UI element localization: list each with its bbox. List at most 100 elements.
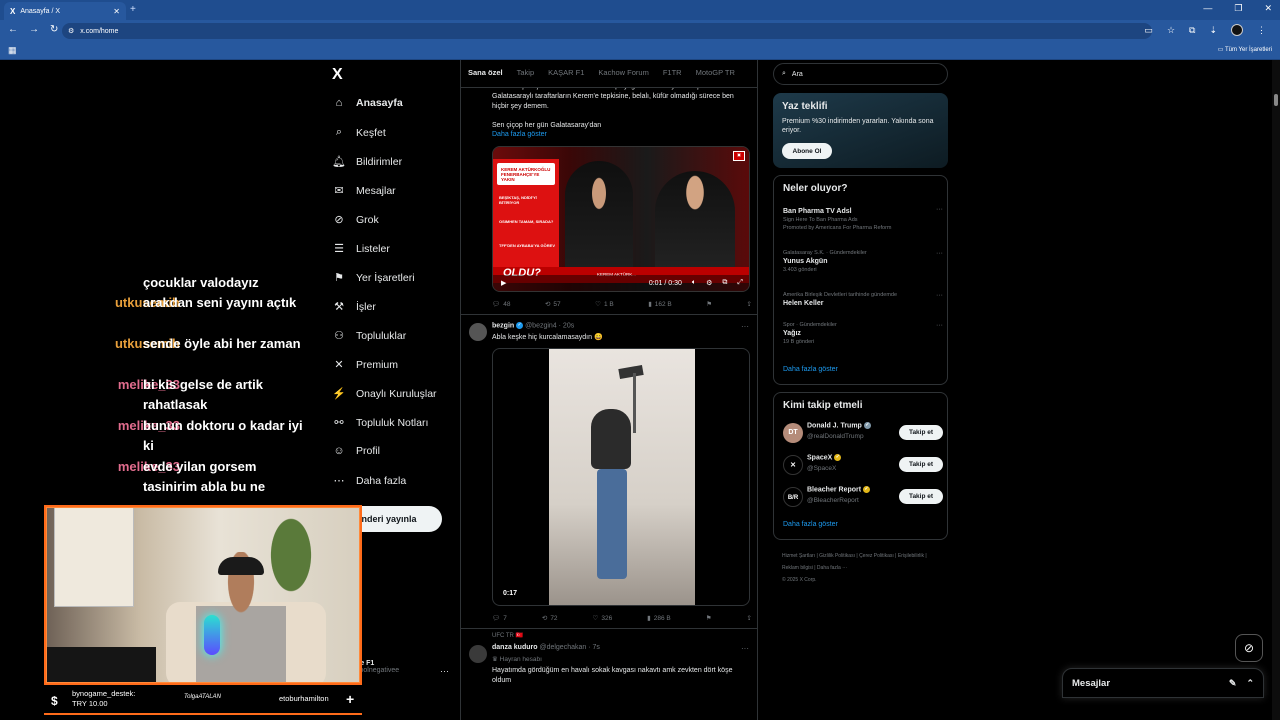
repost-button[interactable]: ⟲ 57 (545, 300, 561, 309)
trend-item[interactable]: Ban Pharma TV Adsl Sign Here To Ban Phar… (783, 206, 943, 231)
pip-icon[interactable]: ⧉ (722, 279, 727, 287)
follow-button[interactable]: Takip et (899, 457, 943, 472)
timeline-tab[interactable]: Kachow Forum (598, 68, 648, 87)
bookmark-icon[interactable]: ⚑ (706, 614, 712, 622)
expand-icon[interactable]: ⌃ (1246, 678, 1254, 689)
nav-item-2[interactable]: 🔔︎ Bildirimler (332, 155, 402, 169)
close-tab-icon[interactable]: ✕ (113, 7, 120, 16)
post-more-icon[interactable]: ··· (741, 644, 749, 653)
extensions-icon[interactable]: ⧉ (1189, 25, 1195, 36)
timeline-tab[interactable]: KAŞAR F1 (548, 68, 584, 87)
footer-link[interactable]: Gizlilik Politikası (819, 553, 855, 559)
follow-button[interactable]: Takip et (899, 489, 943, 504)
trend-more-icon[interactable]: ··· (936, 322, 943, 329)
new-tab-icon[interactable]: + (130, 4, 136, 15)
share-icon[interactable]: ⇪ (747, 614, 752, 622)
scrollbar-thumb[interactable] (1274, 94, 1278, 106)
account-switcher[interactable]: he F1 coolnegativee (356, 660, 399, 674)
donation-ticker: $ bynogame_destek: TRY 10.00 TolgaATALAN… (44, 686, 362, 716)
trend-more-icon[interactable]: ··· (936, 292, 943, 299)
video-player[interactable]: 0:17 (492, 348, 750, 606)
compose-message-icon[interactable]: ✎ (1229, 678, 1237, 689)
reload-icon[interactable]: ↻ (50, 24, 58, 35)
avatar[interactable] (469, 645, 487, 663)
subscribe-button[interactable]: Abone Ol (782, 143, 832, 159)
views-button[interactable]: ▮ 162 B (648, 300, 672, 309)
back-icon[interactable]: ← (8, 24, 18, 35)
bookmark-star-icon[interactable]: ☆ (1167, 25, 1175, 36)
timeline-tab[interactable]: F1TR (663, 68, 682, 87)
all-bookmarks-link[interactable]: ▭ Tüm Yer İşaretleri (1218, 46, 1272, 53)
nav-item-9[interactable]: ✕ Premium (332, 358, 398, 372)
video-player[interactable]: KEREM AKTÜRKOĞLU FENERBAHÇE'YE YAKIN BEŞ… (492, 146, 750, 292)
nav-item-12[interactable]: ☺ Profil (332, 445, 380, 457)
avatar[interactable] (469, 323, 487, 341)
fullscreen-icon[interactable]: ⤢ (737, 279, 743, 287)
cast-icon[interactable]: ▭ (1144, 25, 1153, 36)
trend-item[interactable]: Spor · Gündemdekiler Yağız 19 B gönderi … (783, 322, 943, 345)
nav-item-7[interactable]: ⚒ İşler (332, 300, 376, 314)
page-scrollbar[interactable] (1272, 60, 1280, 720)
nav-item-4[interactable]: ⊘ Grok (332, 213, 378, 227)
trend-item[interactable]: Amerika Birleşik Devletleri tarihinde gü… (783, 292, 943, 307)
forward-icon[interactable]: → (29, 24, 39, 35)
footer-link[interactable]: Daha fazla ··· (817, 565, 847, 571)
like-button[interactable]: ♡ 326 (593, 614, 613, 623)
trend-more-icon[interactable]: ··· (936, 206, 943, 213)
minimize-icon[interactable]: — (1203, 3, 1212, 14)
account-more-icon[interactable]: ··· (440, 666, 449, 676)
maximize-icon[interactable]: ❐ (1234, 3, 1242, 14)
nav-item-13[interactable]: ⋯ Daha fazla (332, 474, 407, 488)
timeline-tab[interactable]: Sana özel (468, 68, 503, 87)
close-window-icon[interactable]: ✕ (1264, 3, 1272, 14)
nav-item-6[interactable]: ⚑ Yer İşaretleri (332, 271, 415, 285)
grok-button[interactable]: ⊘ (1235, 634, 1263, 662)
nav-item-0[interactable]: ⌂ Anasayfa (332, 97, 403, 109)
search-input[interactable]: ⌕ Ara (773, 63, 948, 85)
author-name[interactable]: bezgin (492, 322, 514, 329)
bookmark-icon[interactable]: ⚑ (706, 300, 712, 308)
author-name[interactable]: danza kuduro (492, 644, 538, 651)
follow-suggestion[interactable]: DT Donald J. Trump ✓ @realDonaldTrump Ta… (783, 422, 943, 446)
follow-button[interactable]: Takip et (899, 425, 943, 440)
footer-link[interactable]: Hizmet Şartları (782, 553, 815, 559)
url-input[interactable]: ⚙ x.com/home (62, 23, 1152, 39)
show-more-link[interactable]: Daha fazla göster (783, 366, 838, 373)
timeline-tab[interactable]: MotoGP TR (696, 68, 735, 87)
show-more-link[interactable]: Daha fazla göster (783, 521, 838, 528)
post-more-icon[interactable]: ··· (741, 322, 749, 331)
footer-link[interactable]: Erişilebilirlik (898, 553, 924, 559)
settings-icon[interactable]: ⚙ (706, 279, 712, 287)
follow-suggestion[interactable]: ✕ SpaceX ✓ @SpaceX Takip et (783, 454, 943, 478)
like-button[interactable]: ♡ 1 B (595, 300, 614, 309)
nav-item-1[interactable]: ⌕ Keşfet (332, 126, 386, 139)
downloads-icon[interactable]: ⇣ (1209, 25, 1217, 36)
profile-avatar[interactable] (1231, 24, 1243, 36)
reply-button[interactable]: 💬︎ 7 (492, 614, 507, 623)
views-button[interactable]: ▮ 286 B (647, 614, 671, 623)
x-logo-icon[interactable]: X (332, 66, 343, 84)
messages-dock[interactable]: Mesajlar ✎ ⌃ (1062, 668, 1264, 698)
play-icon[interactable]: ▶ (501, 279, 506, 287)
apps-grid-icon[interactable]: ▦ (8, 45, 17, 56)
trend-item[interactable]: Galatasaray S.K. · Gündemdekiler Yunus A… (783, 250, 943, 273)
nav-item-3[interactable]: ✉ Mesajlar (332, 184, 395, 198)
nav-item-5[interactable]: ☰ Listeler (332, 242, 390, 256)
footer-link[interactable]: Çerez Politikası (859, 553, 894, 559)
share-icon[interactable]: ⇪ (747, 300, 752, 308)
nav-item-10[interactable]: ⚡ Onaylı Kuruluşlar (332, 387, 436, 401)
site-info-icon[interactable]: ⚙ (68, 28, 74, 35)
community-tag[interactable]: UFC TR 🇹🇷 (492, 632, 523, 639)
follow-suggestion[interactable]: B/R Bleacher Report ✓ @BleacherReport Ta… (783, 486, 943, 510)
nav-item-8[interactable]: ⚇ Topluluklar (332, 329, 406, 343)
browser-tab[interactable]: X Anasayfa / X ✕ (4, 2, 126, 20)
repost-button[interactable]: ⟲ 72 (542, 614, 558, 623)
nav-item-11[interactable]: ⚯ Topluluk Notları (332, 416, 428, 430)
footer-link[interactable]: Reklam bilgisi (782, 565, 813, 571)
trend-more-icon[interactable]: ··· (936, 250, 943, 257)
timeline-tab[interactable]: Takip (517, 68, 535, 87)
show-more-link[interactable]: Daha fazla göster (492, 131, 547, 138)
mute-icon[interactable]: 🔈︎ (692, 279, 696, 287)
reply-button[interactable]: 💬︎ 48 (492, 300, 511, 309)
menu-icon[interactable]: ⋮ (1257, 25, 1266, 36)
